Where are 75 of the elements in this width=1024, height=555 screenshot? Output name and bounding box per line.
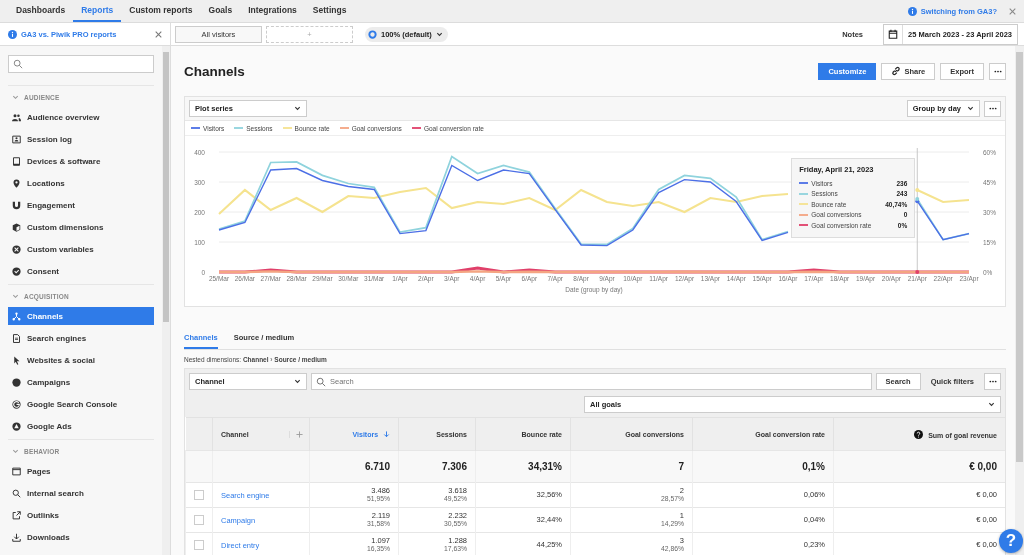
calendar-icon: [888, 29, 899, 39]
window-icon: [12, 466, 21, 476]
sidebar-item[interactable]: Custom variables: [8, 240, 154, 258]
sidebar-item[interactable]: Engagement: [8, 196, 154, 214]
sidebar-item[interactable]: Internal search: [8, 484, 154, 502]
row-checkbox[interactable]: [194, 490, 204, 500]
tablet-icon: [12, 156, 21, 166]
caret-icon: [435, 30, 443, 38]
chevron-icon[interactable]: [12, 93, 19, 101]
sidebar-item[interactable]: Campaigns: [8, 373, 154, 391]
total-cell: 6.710: [309, 450, 399, 483]
nav-tab[interactable]: Custom reports: [121, 0, 201, 22]
nav-tab[interactable]: Settings: [304, 0, 355, 22]
sidebar-item[interactable]: Outlinks: [8, 506, 154, 524]
nav-tab[interactable]: Integrations: [240, 0, 305, 22]
caret-icon: [294, 378, 301, 385]
more-button[interactable]: [984, 373, 1001, 390]
total-cell: 7: [570, 450, 693, 483]
sidebar-item[interactable]: Audience overview: [8, 108, 154, 126]
search-icon: [13, 59, 23, 69]
close-icon[interactable]: [1009, 7, 1016, 15]
sort-icon: [383, 430, 390, 438]
external-link-icon: [12, 510, 21, 520]
total-cell: 0,1%: [692, 450, 834, 483]
sidebar-item[interactable]: Google Ads: [8, 417, 154, 435]
sidebar-item[interactable]: Devices & software: [8, 152, 154, 170]
nav-tab[interactable]: Dashboards: [8, 0, 74, 22]
row-checkbox[interactable]: [194, 515, 204, 525]
more-button[interactable]: [989, 62, 1006, 80]
sidebar-item[interactable]: Search engines: [8, 329, 154, 347]
chevron-icon[interactable]: [12, 447, 19, 455]
sidebar-item[interactable]: Consent: [8, 262, 154, 280]
search-field[interactable]: [8, 55, 154, 73]
sidebar-item[interactable]: Google Search Console: [8, 395, 154, 413]
ring-icon: [368, 29, 377, 39]
scrollbar[interactable]: [1015, 46, 1024, 555]
magnet-icon: [12, 200, 21, 210]
search-icon: [316, 376, 326, 387]
total-cell: € 0,00: [833, 450, 1005, 483]
more-icon: [993, 69, 1002, 73]
sidebar-item[interactable]: Session log: [8, 130, 154, 148]
total-cell: 34,31%: [475, 450, 571, 483]
document-icon: [12, 333, 21, 343]
data-point: [915, 188, 920, 192]
download-icon: [12, 532, 21, 542]
caret-icon: [294, 105, 301, 112]
nav-tab[interactable]: Goals: [200, 0, 241, 22]
sidebar-item[interactable]: Locations: [8, 174, 154, 192]
scrollbar[interactable]: [162, 46, 170, 555]
sidebar-item[interactable]: Downloads: [8, 528, 154, 546]
caret-icon: [967, 105, 974, 112]
cube-icon: [12, 222, 21, 232]
more-icon: [988, 380, 997, 383]
sidebar-item[interactable]: Pages: [8, 462, 154, 480]
row-checkbox[interactable]: [194, 540, 204, 550]
link-icon: [891, 66, 902, 76]
more-icon: [988, 107, 997, 110]
sidebar-item[interactable]: Websites & social: [8, 351, 154, 369]
search-icon: [12, 488, 21, 498]
total-cell: 7.306: [398, 450, 476, 483]
page-title: Channels: [184, 63, 245, 79]
info-icon: [8, 29, 17, 39]
cursor-icon: [12, 355, 21, 365]
sidebar-item[interactable]: Channels: [8, 307, 154, 325]
id-card-icon: [12, 134, 21, 144]
question-icon: [914, 429, 924, 439]
more-button[interactable]: [984, 100, 1001, 117]
map-pin-icon: [12, 178, 21, 188]
people-icon: [12, 112, 21, 122]
chevron-icon[interactable]: [12, 292, 19, 300]
sidebar-item[interactable]: Custom dimensions: [8, 218, 154, 236]
caret-icon: [988, 401, 995, 408]
close-icon[interactable]: [155, 30, 162, 38]
network-icon: [12, 311, 21, 321]
info-icon: [907, 6, 917, 16]
